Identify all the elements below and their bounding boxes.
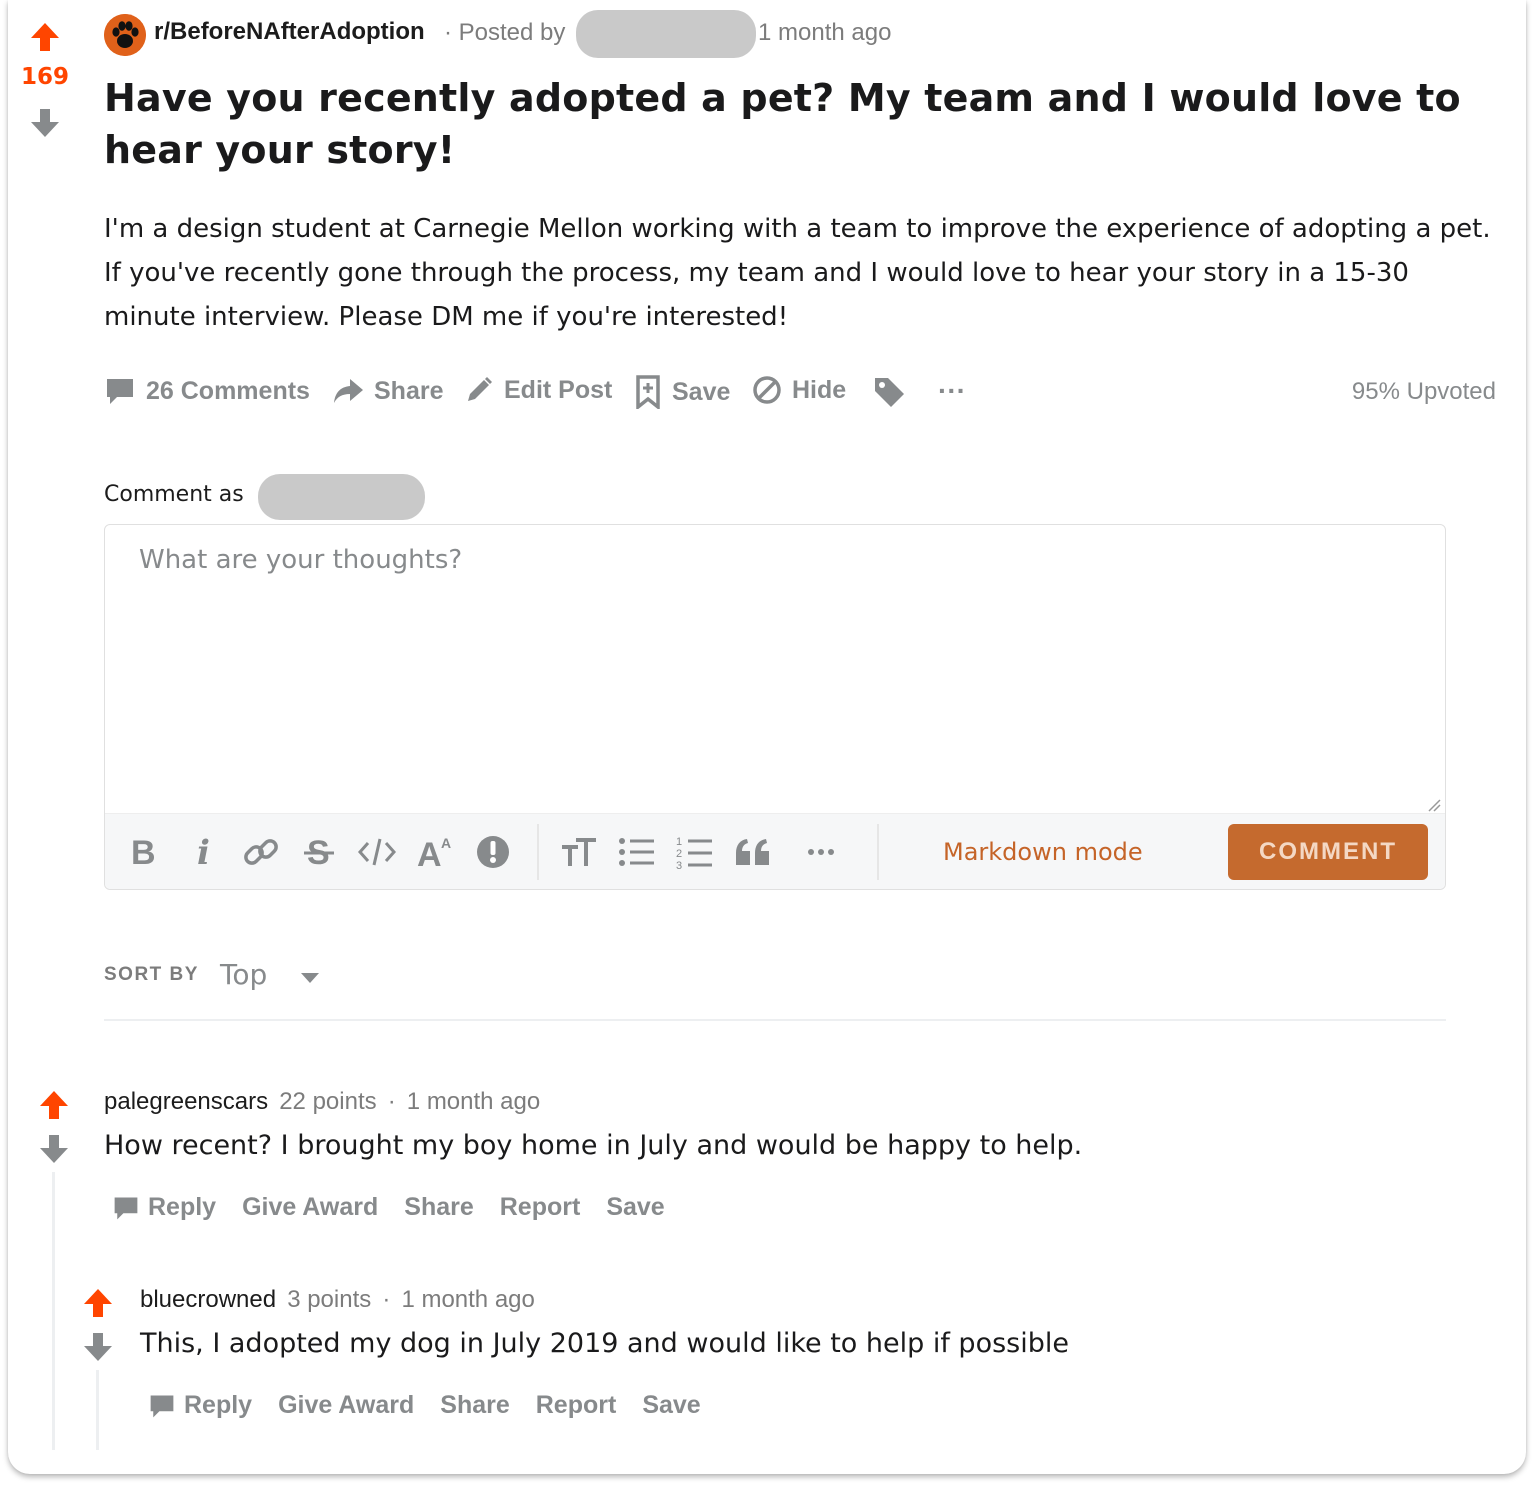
upvote-icon[interactable]: [30, 22, 60, 52]
author-redacted[interactable]: [576, 10, 756, 58]
comment-actions: Reply Give Award Share Report Save: [112, 1193, 665, 1222]
comments-label: 26 Comments: [146, 376, 310, 405]
thread-line[interactable]: [96, 1370, 99, 1450]
comment-upvote-icon[interactable]: [39, 1090, 69, 1120]
svg-text:i: i: [197, 835, 210, 869]
save-label: Save: [672, 377, 731, 406]
more-formatting-icon[interactable]: [799, 830, 843, 874]
markdown-mode-toggle[interactable]: Markdown mode: [943, 838, 1143, 866]
svg-text:2: 2: [676, 848, 682, 860]
comment-points: 3 points: [287, 1286, 372, 1313]
hide-button[interactable]: Hide: [752, 375, 846, 405]
tag-icon: [875, 378, 904, 407]
comment-textarea[interactable]: [105, 525, 1445, 815]
share-label: Share: [374, 376, 444, 405]
posted-by-label: · Posted by: [444, 19, 566, 46]
comments-button[interactable]: 26 Comments: [104, 375, 310, 407]
post-score: 169: [20, 64, 69, 90]
comment-time: 1 month ago: [401, 1286, 535, 1313]
upvoted-ratio: 95% Upvoted: [1351, 378, 1496, 405]
comment-time: 1 month ago: [406, 1088, 541, 1115]
share-button[interactable]: Share: [440, 1391, 509, 1420]
toolbar-separator: [877, 824, 879, 880]
comment-author[interactable]: palegreenscars: [104, 1088, 268, 1115]
superscript-icon[interactable]: AA: [413, 830, 457, 874]
comment-separator: ·: [382, 1286, 391, 1313]
post-body: I'm a design student at Carnegie Mellon …: [104, 214, 1491, 332]
resize-handle[interactable]: [1427, 797, 1441, 812]
comment-downvote-icon[interactable]: [83, 1332, 113, 1362]
svg-text:3: 3: [676, 860, 682, 870]
reply-button[interactable]: Reply: [184, 1391, 252, 1420]
post-title[interactable]: Have you recently adopted a pet? My team…: [104, 72, 1504, 176]
report-button[interactable]: Report: [536, 1391, 617, 1420]
commenter-redacted: [258, 474, 425, 520]
comment-text: How recent? I brought my boy home in Jul…: [104, 1130, 1083, 1161]
thread-line[interactable]: [52, 1172, 55, 1450]
save-button[interactable]: Save: [634, 375, 730, 409]
comment-upvote-icon[interactable]: [83, 1288, 113, 1318]
comment-icon: [150, 1395, 174, 1417]
numbered-list-icon[interactable]: 123: [673, 830, 717, 874]
svg-text:A: A: [441, 835, 451, 851]
editor-toolbar: B i S AA 123 Markdown mode COMMENT: [105, 813, 1445, 889]
sort-by-label: SORT BY: [104, 964, 199, 985]
share-icon: [334, 379, 363, 403]
link-icon[interactable]: [239, 830, 283, 874]
comment-icon: [107, 379, 133, 404]
comment-as-label: Comment as: [104, 482, 244, 507]
comment-header: palegreenscars 22 points · 1 month ago: [104, 1088, 540, 1116]
chevron-down-icon: [301, 973, 319, 983]
more-icon: ···: [938, 375, 966, 406]
reply-button[interactable]: Reply: [148, 1193, 216, 1222]
give-award-button[interactable]: Give Award: [242, 1193, 378, 1222]
spoiler-icon[interactable]: [471, 830, 515, 874]
toolbar-separator: [537, 824, 539, 880]
save-button[interactable]: Save: [642, 1391, 700, 1420]
comment-header: bluecrowned 3 points · 1 month ago: [140, 1286, 535, 1314]
share-button[interactable]: Share: [404, 1193, 473, 1222]
hide-icon: [753, 376, 781, 404]
sort-value: Top: [220, 958, 268, 991]
comments-divider: [104, 1019, 1446, 1021]
svg-text:B: B: [131, 835, 156, 869]
downvote-icon[interactable]: [30, 108, 60, 138]
comment-downvote-icon[interactable]: [39, 1134, 69, 1164]
comment-actions: Reply Give Award Share Report Save: [148, 1391, 701, 1420]
paw-icon: [104, 14, 146, 56]
code-icon[interactable]: [355, 830, 399, 874]
bookmark-icon: [636, 375, 660, 409]
hide-label: Hide: [792, 375, 847, 404]
edit-post-button[interactable]: Edit Post: [464, 375, 612, 405]
bold-icon[interactable]: B: [121, 830, 165, 874]
give-award-button[interactable]: Give Award: [278, 1391, 414, 1420]
comment-editor: B i S AA 123: [104, 524, 1446, 890]
italic-icon[interactable]: i: [181, 830, 225, 874]
pencil-icon: [468, 377, 492, 401]
more-options-button[interactable]: ···: [938, 375, 966, 407]
submit-comment-button[interactable]: COMMENT: [1228, 824, 1428, 880]
svg-text:1: 1: [676, 836, 682, 848]
quote-icon[interactable]: [731, 830, 775, 874]
post-time: 1 month ago: [758, 19, 892, 46]
comment-icon: [114, 1197, 138, 1219]
tag-button[interactable]: [872, 375, 906, 409]
edit-post-label: Edit Post: [504, 375, 613, 404]
save-button[interactable]: Save: [606, 1193, 664, 1222]
share-button[interactable]: Share: [332, 375, 443, 407]
report-button[interactable]: Report: [500, 1193, 581, 1222]
subreddit-link[interactable]: r/BeforeNAfterAdoption: [154, 18, 425, 46]
subreddit-avatar[interactable]: [104, 14, 146, 56]
strikethrough-icon[interactable]: S: [297, 830, 341, 874]
comment-separator: ·: [387, 1088, 396, 1115]
comment-points: 22 points: [279, 1088, 377, 1115]
heading-icon[interactable]: [557, 830, 601, 874]
comment-author[interactable]: bluecrowned: [140, 1286, 276, 1313]
svg-text:A: A: [417, 836, 442, 870]
bulleted-list-icon[interactable]: [615, 830, 659, 874]
sort-dropdown[interactable]: Top: [220, 958, 330, 998]
comment-text: This, I adopted my dog in July 2019 and …: [140, 1328, 1069, 1359]
